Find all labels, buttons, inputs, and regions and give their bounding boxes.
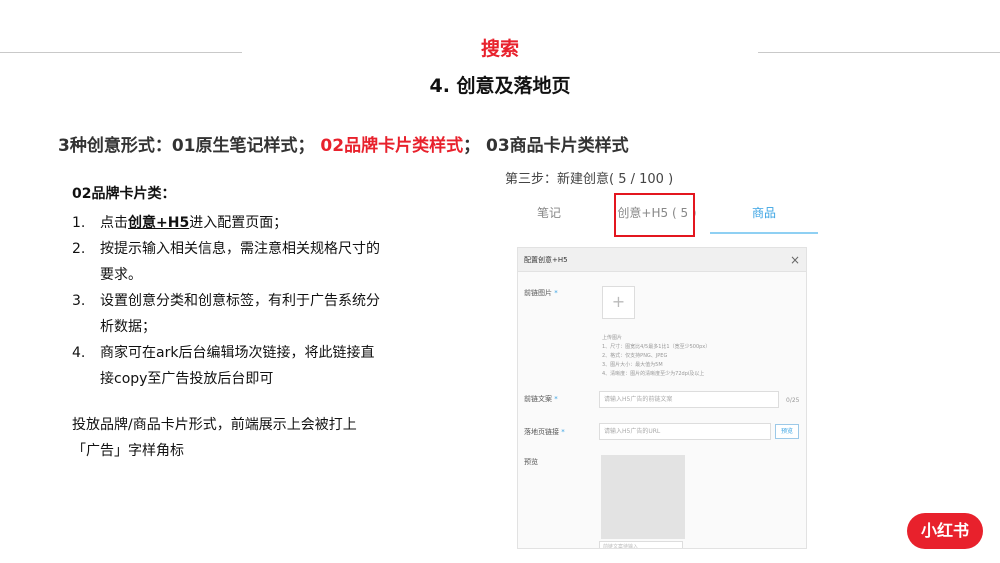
image-label-text: 前链图片 bbox=[524, 289, 552, 297]
preview-label: 预览 bbox=[524, 458, 538, 466]
dialog-header: 配置创意+H5 × bbox=[518, 248, 806, 272]
creative-forms-line: 3种创意形式：01原生笔记样式； 02品牌卡片类样式； 03商品卡片类样式 bbox=[58, 131, 629, 156]
step-text: 商家可在ark后台编辑场次链接，将此链接直接copy至广告投放后台即可 bbox=[100, 345, 375, 387]
highlight-annotation-box bbox=[614, 193, 695, 237]
preview-button[interactable]: 预览 bbox=[775, 424, 799, 439]
upload-hints: 上传图片 1、尺寸：图宽比4/5最多1比1（宽至少500px） 2、格式：仅支持… bbox=[602, 334, 710, 379]
copy-char-counter: 0/25 bbox=[786, 397, 800, 404]
spec-line: 1、尺寸：图宽比4/5最多1比1（宽至少500px） bbox=[602, 344, 711, 350]
dialog-title: 配置创意+H5 bbox=[524, 256, 568, 264]
landing-url-input[interactable]: 请输入H5广告的URL bbox=[599, 423, 771, 440]
creative-h5-link[interactable]: 创意+H5 bbox=[128, 215, 189, 231]
step-number: 4. bbox=[72, 345, 86, 361]
url-label: 落地页链接 * bbox=[524, 427, 565, 437]
ad-label-note: 投放品牌/商品卡片形式，前端展示上会被打上「广告」字样角标 bbox=[72, 417, 357, 459]
upload-hint-title: 上传图片 bbox=[602, 335, 623, 341]
page-subtitle: 4. 创意及落地页 bbox=[429, 75, 571, 97]
step-text: 按提示输入相关信息，需注意相关规格尺寸的要求。 bbox=[100, 241, 380, 283]
step-item: 2. 按提示输入相关信息，需注意相关规格尺寸的要求。 bbox=[72, 236, 382, 288]
preview-copy-text: 前链文案待输入 bbox=[599, 541, 683, 548]
step-number: 1. bbox=[72, 215, 86, 231]
instructions-panel: 02品牌卡片类： 1. 点击创意+H5进入配置页面； 2. 按提示输入相关信息，… bbox=[72, 183, 382, 464]
spec-line: 2、格式：仅支持PNG、JPEG bbox=[602, 353, 668, 359]
form-product-card: ； 03商品卡片类样式 bbox=[463, 136, 629, 156]
required-mark: * bbox=[554, 289, 558, 297]
close-icon[interactable]: × bbox=[790, 248, 800, 272]
image-label: 前链图片 * bbox=[524, 288, 558, 298]
step-item: 4. 商家可在ark后台编辑场次链接，将此链接直接copy至广告投放后台即可 bbox=[72, 340, 382, 392]
step-item: 3. 设置创意分类和创意标签，有利于广告系统分析数据； bbox=[72, 288, 382, 340]
instructions-heading: 02品牌卡片类： bbox=[72, 186, 176, 202]
copy-label-text: 前链文案 bbox=[524, 395, 552, 403]
step-number: 2. bbox=[72, 241, 86, 257]
spec-line: 4、清晰度：图片的清晰度至少为72dpi及以上 bbox=[602, 371, 705, 377]
form-brand-card: 02品牌卡片类样式 bbox=[320, 136, 464, 156]
copy-label: 前链文案 * bbox=[524, 394, 558, 404]
xiaohongshu-logo: 小红书 bbox=[907, 513, 983, 549]
config-creative-h5-dialog: 配置创意+H5 × 前链图片 * + 上传图片 1、尺寸：图宽比4/5最多1比1… bbox=[517, 247, 807, 549]
preview-image-placeholder bbox=[601, 455, 685, 539]
required-mark: * bbox=[561, 428, 565, 436]
tab-products[interactable]: 商品 bbox=[710, 198, 818, 234]
step-text: 设置创意分类和创意标签，有利于广告系统分析数据； bbox=[100, 293, 380, 335]
copy-input[interactable]: 请输入H5广告的前链文案 bbox=[599, 391, 779, 408]
required-mark: * bbox=[554, 395, 558, 403]
step-item: 1. 点击创意+H5进入配置页面； bbox=[72, 210, 382, 236]
upload-image-button[interactable]: + bbox=[602, 286, 635, 319]
page-title: 搜索 bbox=[480, 38, 519, 60]
step-text: 进入配置页面； bbox=[189, 215, 288, 231]
url-label-text: 落地页链接 bbox=[524, 428, 559, 436]
step-number: 3. bbox=[72, 293, 86, 309]
step-text: 点击 bbox=[100, 215, 128, 231]
form-native-note: 3种创意形式：01原生笔记样式； bbox=[58, 136, 315, 156]
spec-line: 3、图片大小：最大值为5M bbox=[602, 362, 663, 368]
logo-text: 小红书 bbox=[920, 521, 969, 540]
new-creative-step-title: 第三步：新建创意( 5 / 100 ) bbox=[505, 172, 674, 187]
tab-notes[interactable]: 笔记 bbox=[496, 198, 602, 234]
